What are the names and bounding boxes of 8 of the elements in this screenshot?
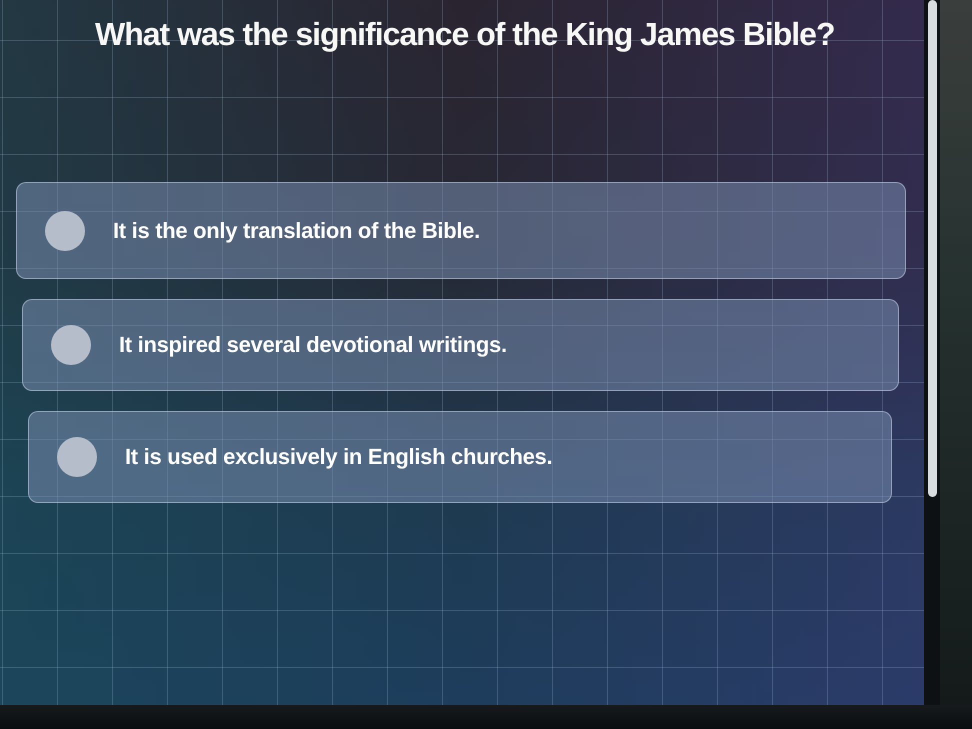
- radio-button-icon[interactable]: [51, 325, 91, 365]
- answer-option[interactable]: It is used exclusively in English churches.: [28, 411, 892, 503]
- question-title: What was the significance of the King James Bible?: [95, 15, 834, 54]
- radio-button-icon[interactable]: [45, 210, 85, 250]
- scrollbar-thumb[interactable]: [928, 0, 936, 497]
- radio-button-icon[interactable]: [57, 437, 97, 477]
- answer-option[interactable]: It is the only translation of the Bible.: [16, 182, 906, 279]
- answer-option[interactable]: It inspired several devotional writings.: [22, 299, 899, 391]
